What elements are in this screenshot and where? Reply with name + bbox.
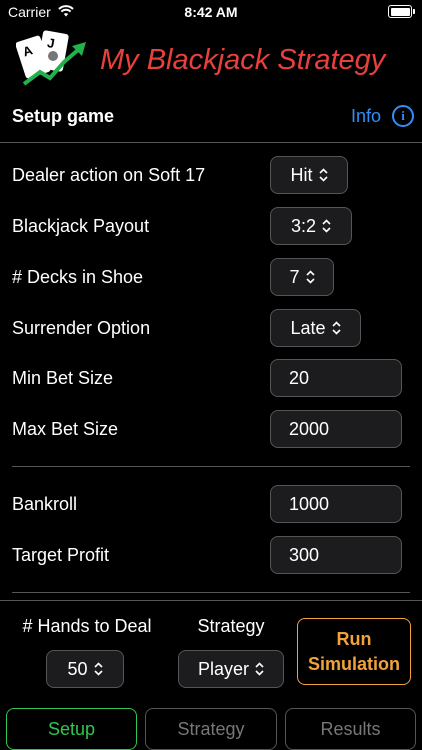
payout-value: 3:2 — [290, 215, 317, 236]
chevron-updown-icon — [331, 321, 341, 335]
target-profit-field[interactable]: 300 — [270, 536, 402, 574]
min-bet-field[interactable]: 20 — [270, 359, 402, 397]
max-bet-field[interactable]: 2000 — [270, 410, 402, 448]
hands-label: # Hands to Deal — [22, 616, 152, 636]
chevron-updown-icon — [93, 662, 103, 676]
surrender-label: Surrender Option — [12, 318, 151, 338]
dealer-soft17-value: Hit — [290, 164, 313, 185]
strategy-value: Player — [197, 658, 250, 679]
app-title: My Blackjack Strategy — [100, 44, 386, 76]
run-simulation-button[interactable]: Run Simulation — [297, 618, 411, 685]
chevron-updown-icon — [318, 168, 328, 182]
tab-setup[interactable]: Setup — [6, 708, 137, 750]
payout-label: Blackjack Payout — [12, 216, 150, 236]
dealer-soft17-label: Dealer action on Soft 17 — [12, 165, 206, 185]
status-time: 8:42 AM — [184, 4, 238, 20]
chevron-updown-icon — [322, 219, 331, 233]
info-circle-icon[interactable]: i — [392, 105, 414, 127]
payout-picker[interactable]: 3:2 — [270, 207, 352, 245]
dealer-soft17-picker[interactable]: Hit — [270, 156, 348, 194]
decks-label: # Decks in Shoe — [12, 267, 144, 287]
divider — [12, 466, 410, 467]
section-title: Setup game — [12, 106, 115, 126]
surrender-value: Late — [290, 317, 326, 338]
tab-results[interactable]: Results — [285, 708, 416, 750]
divider — [0, 142, 422, 143]
blackjack-cards-chart-icon: A J — [16, 30, 86, 86]
divider — [0, 600, 422, 601]
chevron-updown-icon — [255, 662, 264, 676]
divider — [12, 592, 410, 593]
surrender-picker[interactable]: Late — [270, 309, 361, 347]
chevron-updown-icon — [305, 270, 315, 284]
hands-value: 50 — [67, 658, 88, 679]
bankroll-label: Bankroll — [12, 494, 78, 514]
hands-picker[interactable]: 50 — [46, 650, 124, 688]
battery-icon — [388, 5, 415, 18]
decks-value: 7 — [289, 266, 300, 287]
decks-picker[interactable]: 7 — [270, 258, 334, 296]
info-link[interactable]: Info — [351, 106, 381, 127]
strategy-picker[interactable]: Player — [178, 650, 284, 688]
max-bet-label: Max Bet Size — [12, 419, 119, 439]
tab-strategy[interactable]: Strategy — [145, 708, 277, 750]
strategy-label: Strategy — [197, 616, 265, 636]
target-profit-label: Target Profit — [12, 545, 110, 565]
bankroll-field[interactable]: 1000 — [270, 485, 402, 523]
min-bet-label: Min Bet Size — [12, 368, 114, 388]
